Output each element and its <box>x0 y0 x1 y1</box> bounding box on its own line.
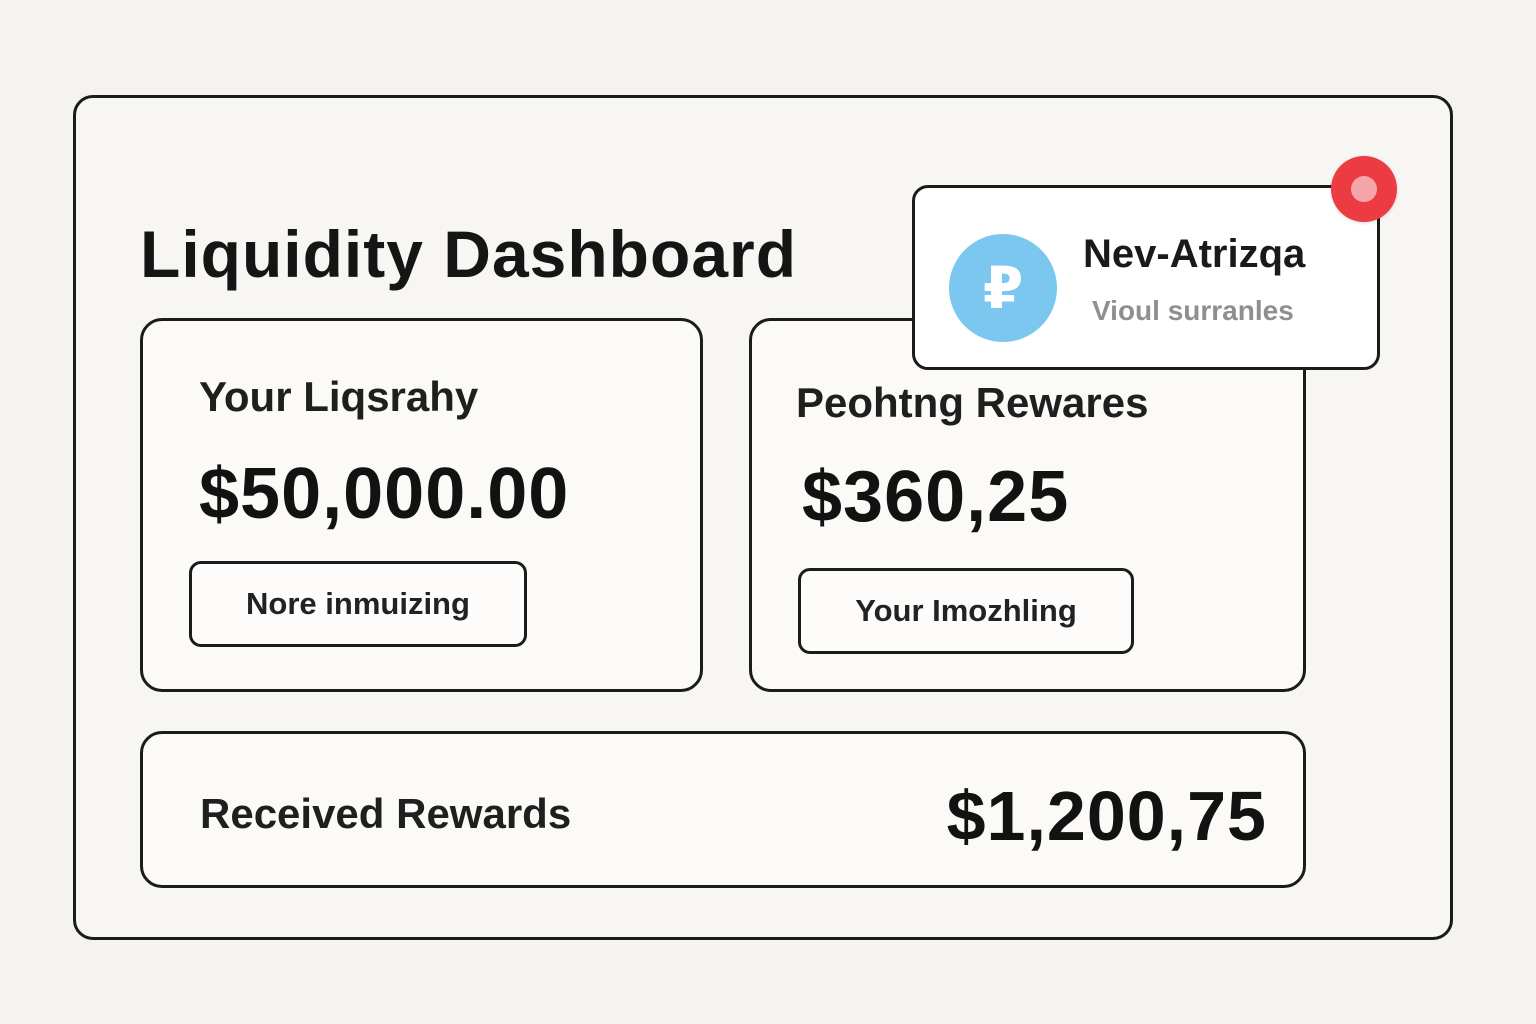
notification-badge-icon[interactable] <box>1331 156 1397 222</box>
pending-rewards-value: $360,25 <box>802 457 1070 537</box>
your-liquidity-card: Your Liqsrahy $50,000.00 Nore inmuizing <box>140 318 703 692</box>
liquidity-action-button[interactable]: Nore inmuizing <box>189 561 527 647</box>
pending-rewards-label: Peohtng Rewares <box>796 379 1149 426</box>
page-title: Liquidity Dashboard <box>140 217 798 292</box>
received-rewards-label: Received Rewards <box>200 790 572 837</box>
your-liquidity-label: Your Liqsrahy <box>199 373 479 420</box>
notification-subtitle: Vioul surranles <box>1092 295 1294 326</box>
received-rewards-value: $1,200,75 <box>946 777 1267 855</box>
pending-rewards-card: Peohtng Rewares $360,25 Your Imozhling <box>749 318 1306 692</box>
your-liquidity-value: $50,000.00 <box>199 454 570 534</box>
notification-popup[interactable]: ₽ Nev-Atrizqa Vioul surranles <box>912 185 1380 370</box>
notification-title: Nev-Atrizqa <box>1083 232 1306 276</box>
pending-rewards-action-button[interactable]: Your Imozhling <box>798 568 1134 654</box>
received-rewards-card: Received Rewards $1,200,75 <box>140 731 1306 888</box>
ruble-icon: ₽ <box>949 234 1057 342</box>
